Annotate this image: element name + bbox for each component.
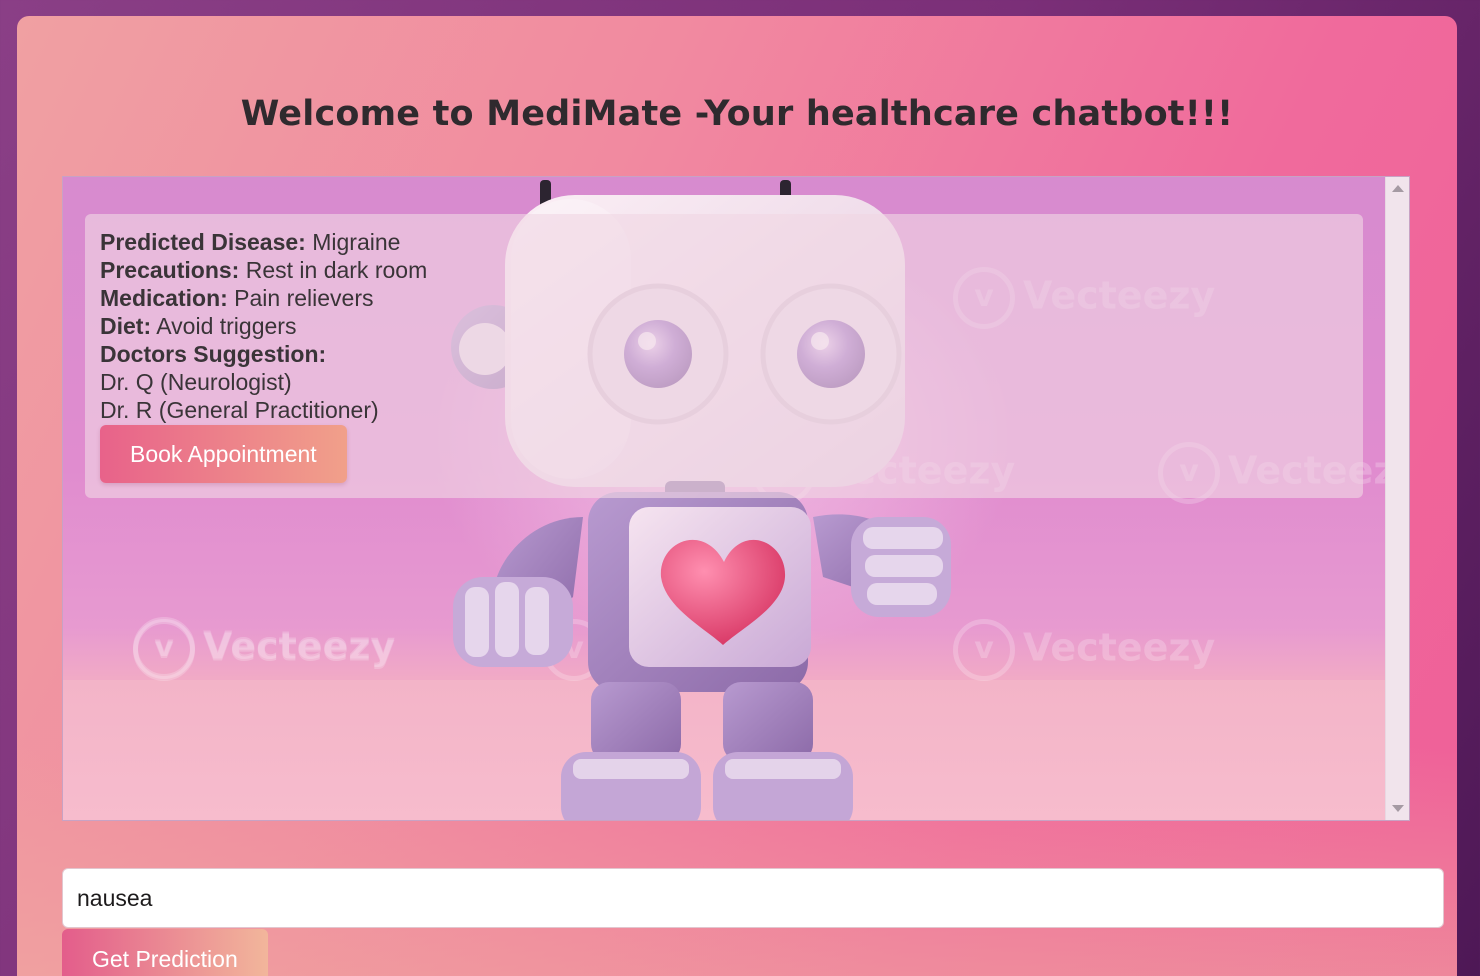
precautions-row: Precautions: Rest in dark room: [100, 256, 1348, 284]
medication-value: Pain relievers: [234, 285, 374, 311]
doctors-suggestion-heading: Doctors Suggestion:: [100, 340, 1348, 368]
predicted-disease-row: Predicted Disease: Migraine: [100, 228, 1348, 256]
symptom-input[interactable]: [62, 868, 1444, 928]
diet-label: Diet:: [100, 313, 152, 339]
diet-value: Avoid triggers: [156, 313, 297, 339]
scroll-up-arrow-icon[interactable]: [1392, 185, 1404, 192]
precautions-value: Rest in dark room: [245, 257, 428, 283]
doctors-suggestion-label: Doctors Suggestion:: [100, 341, 327, 367]
book-appointment-button[interactable]: Book Appointment: [100, 425, 347, 483]
diet-row: Diet: Avoid triggers: [100, 312, 1348, 340]
chat-output-area[interactable]: vVecteezy vVecteezy vVecteezy vVecteezy …: [62, 176, 1410, 821]
get-prediction-button[interactable]: Get Prediction: [62, 929, 268, 976]
watermark: vVecteezy: [953, 619, 1215, 681]
doctor-item: Dr. Q (Neurologist): [100, 369, 292, 395]
medication-row: Medication: Pain relievers: [100, 284, 1348, 312]
prediction-result-panel: Predicted Disease: Migraine Precautions:…: [85, 214, 1363, 498]
page-title: Welcome to MediMate -Your healthcare cha…: [240, 94, 1234, 134]
watermark: vVecteezy: [133, 619, 395, 681]
predicted-disease-label: Predicted Disease:: [100, 229, 306, 255]
predicted-disease-value: Migraine: [312, 229, 401, 255]
precautions-label: Precautions:: [100, 257, 240, 283]
watermark-logo-icon: v: [133, 619, 195, 681]
chat-scrollbar[interactable]: [1385, 177, 1409, 820]
medication-label: Medication:: [100, 285, 228, 311]
main-card: Welcome to MediMate -Your healthcare cha…: [17, 16, 1457, 976]
doctor-item: Dr. R (General Practitioner): [100, 397, 379, 423]
scroll-down-arrow-icon[interactable]: [1392, 805, 1404, 812]
